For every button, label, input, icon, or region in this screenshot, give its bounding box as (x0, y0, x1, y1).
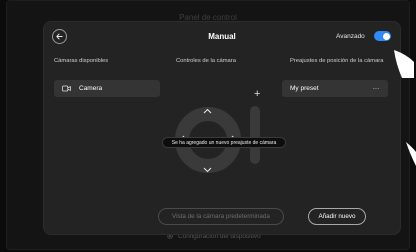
chevron-down-icon[interactable] (203, 166, 212, 175)
touch-pointer-icon-2 (406, 142, 416, 166)
camera-name: Camera (79, 85, 103, 92)
presets-heading: Preajustes de posición de la cámara (290, 58, 384, 64)
video-camera-icon (62, 85, 71, 92)
camera-controls-heading: Controles de la cámara (176, 58, 236, 64)
notification-toast: Se ha agregado un nuevo preajuste de cám… (162, 137, 286, 148)
preset-list-item[interactable]: My preset ··· (282, 80, 388, 97)
available-cameras-heading: Cámaras disponibles (54, 58, 109, 64)
plus-icon[interactable]: + (254, 88, 260, 100)
background-title: Panel de control (179, 13, 237, 22)
camera-list-item[interactable]: Camera (54, 80, 160, 97)
add-new-preset-button[interactable]: Añadir nuevo (308, 208, 366, 225)
touch-pointer-icon (394, 50, 414, 78)
preset-name: My preset (290, 85, 319, 92)
advanced-toggle[interactable] (374, 31, 391, 41)
toggle-knob (382, 32, 390, 40)
zoom-slider[interactable] (250, 106, 260, 164)
camera-control-panel: Manual Avanzado Cámaras disponibles Cont… (44, 22, 400, 234)
more-icon[interactable]: ··· (373, 84, 380, 93)
default-camera-view-button[interactable]: Vista de la cámara predeterminada (158, 208, 284, 225)
advanced-label: Avanzado (336, 33, 365, 40)
chevron-up-icon[interactable] (203, 107, 212, 116)
